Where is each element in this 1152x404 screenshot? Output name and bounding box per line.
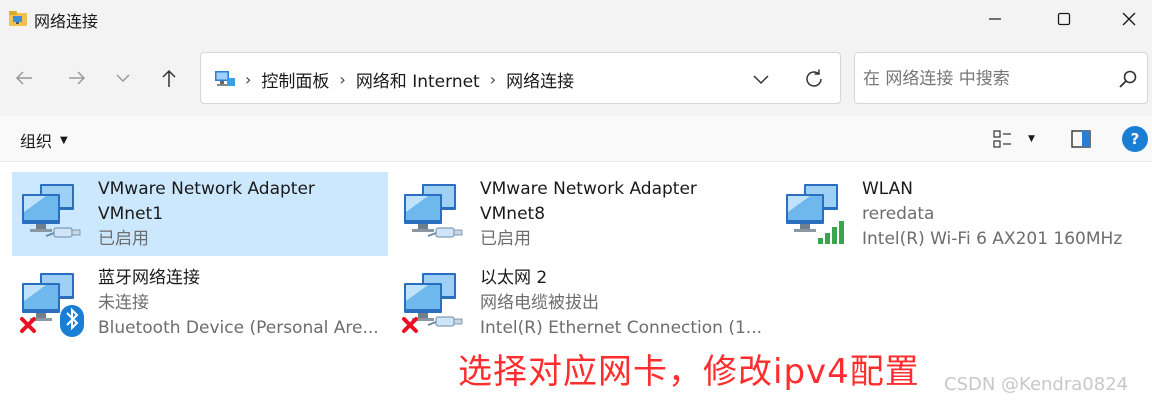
refresh-button[interactable] [801,66,827,92]
connection-item[interactable]: WLAN reredata Intel(R) Wi-Fi 6 AX201 160MH… [776,172,1152,256]
connection-status: 已启用 [98,229,149,249]
breadcrumb-network-internet[interactable]: 网络和 Internet [356,67,480,92]
chevron-down-icon [116,74,130,83]
connection-name: 以太网 2 [480,268,548,288]
connection-status: Intel(R) Ethernet Connection (1... [480,318,763,338]
recent-locations-button[interactable] [109,64,137,92]
search-icon[interactable] [1117,68,1139,90]
caret-down-icon: ▼ [1028,134,1035,144]
search-input[interactable] [863,66,1103,92]
refresh-icon [806,69,822,87]
wifi-signal-icon [818,221,844,244]
search-box[interactable] [854,52,1148,104]
arrow-up-icon [162,69,176,87]
connection-line-2: VMnet1 [98,204,164,224]
connection-line-2: 网络电缆被拔出 [480,293,599,313]
organize-label: 组织 [20,132,53,151]
caret-down-icon: ▼ [60,134,68,146]
network-adapter-icon [18,267,88,339]
monitor-front-icon [22,283,60,321]
connection-name: VMware Network Adapter [98,179,315,199]
monitor-front-icon [404,194,442,232]
connection-details: 以太网 2 网络电缆被拔出 Intel(R) Ethernet Connection… [480,266,762,341]
breadcrumb-control-panel[interactable]: 控制面板 [261,67,329,92]
connection-line-2: reredata [862,204,935,224]
connection-item[interactable]: 以太网 2 网络电缆被拔出 Intel(R) Ethernet Connection… [394,261,770,345]
connection-item[interactable]: 蓝牙网络连接 未连接 Bluetooth Device (Personal Are.… [12,261,388,345]
preview-pane-icon [1071,130,1091,148]
monitor-front-icon [404,283,442,321]
annotation-text: 选择对应网卡，修改ipv4配置 [458,352,920,392]
minimize-icon [989,18,1001,20]
connection-status: Intel(R) Wi-Fi 6 AX201 160MHz [862,229,1123,249]
connection-details: WLAN reredata Intel(R) Wi-Fi 6 AX201 160MH… [862,177,1122,252]
monitor-front-icon [22,194,60,232]
back-button[interactable] [10,64,38,92]
red-x-icon [402,317,418,333]
change-view-button[interactable]: ▼ [992,126,1044,152]
watermark: CSDN @Kendra0824 [944,374,1129,395]
help-button[interactable]: ? [1122,126,1148,152]
title-bar: 网络连接 [0,0,1152,38]
address-bar[interactable]: › 控制面板 › 网络和 Internet › 网络连接 [200,52,841,104]
close-button[interactable] [1106,0,1152,38]
command-bar: 组织 ▼ ▼ ? [0,116,1152,162]
network-adapter-icon [400,178,470,250]
breadcrumb-separator: › [339,70,346,89]
bluetooth-icon [60,305,84,337]
network-connections-icon [215,71,235,86]
connection-item[interactable]: VMware Network Adapter VMnet8 已启用 [394,172,770,256]
address-history-button[interactable] [749,67,773,91]
maximize-icon [1057,12,1071,26]
view-options-icon [993,130,1011,148]
preview-pane-button[interactable] [1068,126,1094,152]
connection-name: VMware Network Adapter [480,179,697,199]
connection-name: WLAN [862,179,914,199]
minimize-button[interactable] [972,0,1018,38]
arrow-right-icon [69,71,86,85]
red-x-icon [20,317,36,333]
network-adapter-icon [18,178,88,250]
breadcrumb: › 控制面板 › 网络和 Internet › 网络连接 [245,67,574,92]
organize-menu-button[interactable]: 组织 ▼ [20,128,68,152]
network-adapter-icon [400,267,470,339]
breadcrumb-separator: › [245,70,252,89]
connection-line-2: VMnet8 [480,204,546,224]
network-folder-icon [9,11,27,26]
connection-details: VMware Network Adapter VMnet1 已启用 [98,177,315,252]
maximize-button[interactable] [1041,0,1087,38]
connection-line-2: 未连接 [98,293,149,313]
arrow-left-icon [15,71,32,85]
breadcrumb-separator: › [489,70,497,89]
window-title: 网络连接 [34,12,99,31]
up-button[interactable] [155,64,183,92]
close-icon [1122,12,1136,26]
help-icon: ? [1130,130,1140,148]
breadcrumb-network-connections[interactable]: 网络连接 [506,67,574,92]
connection-details: 蓝牙网络连接 未连接 Bluetooth Device (Personal Are.… [98,266,379,341]
connection-status: 已启用 [480,229,531,249]
connection-item[interactable]: VMware Network Adapter VMnet1 已启用 [12,172,388,256]
connection-name: 蓝牙网络连接 [98,268,200,288]
monitor-front-icon [786,194,824,232]
connection-status: Bluetooth Device (Personal Are... [98,318,379,338]
network-adapter-icon [782,178,852,250]
forward-button[interactable] [63,64,91,92]
navigation-bar: › 控制面板 › 网络和 Internet › 网络连接 [0,38,1152,116]
chevron-down-icon [753,75,769,85]
connection-details: VMware Network Adapter VMnet8 已启用 [480,177,697,252]
